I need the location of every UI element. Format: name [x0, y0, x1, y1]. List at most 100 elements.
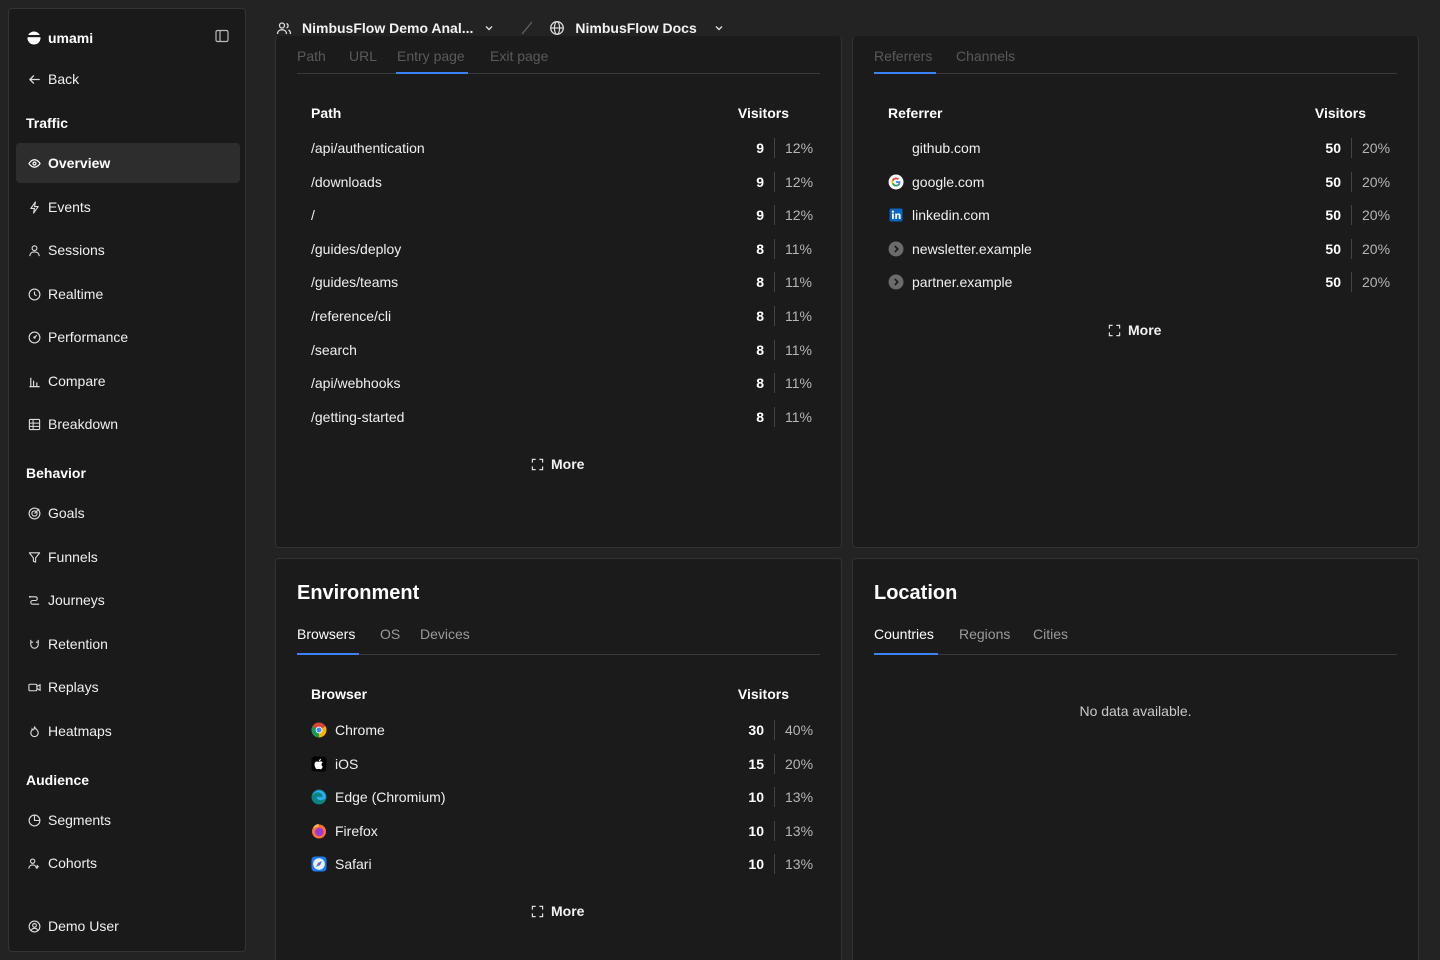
more-button[interactable]: More — [531, 903, 584, 919]
row-divider — [774, 205, 775, 226]
brand-logo[interactable]: umami — [26, 28, 93, 48]
table-row[interactable]: /api/webhooks 8 11% — [311, 371, 821, 395]
tab-countries[interactable]: Countries — [874, 626, 934, 642]
row-label-text: github.com — [912, 140, 981, 156]
sidebar-item-realtime[interactable]: Realtime — [16, 274, 240, 314]
sidebar-item-sessions[interactable]: Sessions — [16, 230, 240, 270]
safari-icon — [311, 856, 327, 872]
sidebar-item-events[interactable]: Events — [16, 187, 240, 227]
back-button[interactable]: Back — [16, 59, 240, 99]
sidebar-item-funnels[interactable]: Funnels — [16, 537, 240, 577]
row-count: 9 — [756, 173, 764, 190]
tab-entry-page[interactable]: Entry page — [397, 48, 465, 64]
table-row[interactable]: Firefox 10 13% — [311, 819, 821, 843]
table-row[interactable]: Edge (Chromium) 10 13% — [311, 785, 821, 809]
sidebar-item-label: Breakdown — [48, 416, 119, 432]
table-row[interactable]: /api/authentication 9 12% — [311, 136, 821, 160]
row-label: Chrome — [311, 722, 728, 738]
row-label-text: /downloads — [311, 173, 382, 190]
table-row[interactable]: / 9 12% — [311, 203, 821, 227]
umami-logo-icon — [27, 31, 41, 45]
row-percent: 13% — [785, 856, 814, 873]
team-selector[interactable]: NimbusFlow Demo Anal... — [276, 20, 495, 36]
row-label: newsletter.example — [888, 241, 1305, 257]
sidebar-item-segments[interactable]: Segments — [16, 800, 240, 840]
row-count: 8 — [756, 341, 764, 358]
row-percent: 40% — [785, 722, 814, 738]
row-label: Firefox — [311, 823, 728, 839]
tab-channels[interactable]: Channels — [956, 48, 1015, 64]
tab-devices[interactable]: Devices — [420, 626, 470, 642]
table-row[interactable]: Safari 10 13% — [311, 852, 821, 876]
row-label-text: /getting-started — [311, 408, 405, 425]
table-row[interactable]: /guides/deploy 8 11% — [311, 237, 821, 261]
panel-title: Environment — [297, 582, 420, 604]
more-button[interactable]: More — [1108, 322, 1161, 338]
flame-icon — [30, 725, 39, 737]
table-row[interactable]: newsletter.example 50 20% — [888, 237, 1398, 261]
expand-icon — [1108, 324, 1121, 336]
sidebar-item-label: Heatmaps — [48, 723, 112, 739]
website-selector[interactable]: NimbusFlow Docs — [549, 20, 724, 36]
user-menu[interactable]: Demo User — [16, 906, 240, 946]
video-icon — [28, 683, 41, 691]
environment-tabs: Browsers OS Devices — [297, 617, 820, 655]
more-button[interactable]: More — [531, 456, 584, 472]
tab-os[interactable]: OS — [380, 626, 400, 642]
row-label: /reference/cli — [311, 308, 728, 324]
tab-exit-page[interactable]: Exit page — [490, 48, 548, 64]
sidebar-item-compare[interactable]: Compare — [16, 361, 240, 401]
table-row[interactable]: google.com 50 20% — [888, 170, 1398, 194]
table-row[interactable]: /search 8 11% — [311, 338, 821, 362]
sidebar-item-label: Replays — [48, 679, 99, 695]
table-row[interactable]: partner.example 50 20% — [888, 270, 1398, 294]
row-count: 9 — [756, 207, 764, 224]
tab-referrers[interactable]: Referrers — [874, 48, 932, 64]
sidebar-item-breakdown[interactable]: Breakdown — [16, 404, 240, 444]
funnel-icon — [28, 551, 41, 563]
table-row[interactable]: Chrome 30 40% — [311, 718, 821, 742]
tab-regions[interactable]: Regions — [959, 626, 1010, 642]
row-divider — [774, 373, 775, 394]
row-label-text: /api/authentication — [311, 140, 425, 156]
tab-path[interactable]: Path — [297, 48, 326, 64]
sidebar-item-heatmaps[interactable]: Heatmaps — [16, 711, 240, 751]
active-tab-indicator — [874, 72, 936, 74]
sidebar-item-label: Segments — [48, 812, 112, 828]
table-row[interactable]: /reference/cli 8 11% — [311, 304, 821, 328]
row-divider — [774, 787, 775, 808]
sidebar-item-retention[interactable]: Retention — [16, 624, 240, 664]
sidebar-item-cohorts[interactable]: Cohorts — [16, 843, 240, 883]
tab-cities[interactable]: Cities — [1033, 626, 1068, 642]
sidebar-item-label: Events — [48, 199, 91, 215]
sidebar-item-performance[interactable]: Performance — [16, 317, 240, 357]
table-row[interactable]: github.com 50 20% — [888, 136, 1398, 160]
tab-browsers[interactable]: Browsers — [297, 626, 355, 642]
active-tab-indicator — [874, 653, 938, 655]
grid-icon — [28, 418, 41, 430]
more-label: More — [551, 903, 585, 919]
row-divider — [1351, 272, 1352, 293]
table-row[interactable]: iOS 15 20% — [311, 752, 821, 776]
sidebar-item-journeys[interactable]: Journeys — [16, 580, 240, 620]
row-percent: 20% — [785, 755, 814, 772]
row-divider — [774, 238, 775, 259]
table-row[interactable]: /getting-started 8 11% — [311, 405, 821, 429]
tab-url[interactable]: URL — [349, 48, 377, 64]
firefox-icon — [311, 823, 327, 839]
more-label: More — [1128, 322, 1162, 338]
globe-icon — [550, 21, 565, 35]
table-row[interactable]: linkedin.com 50 20% — [888, 203, 1398, 227]
empty-state: No data available. — [1079, 703, 1192, 719]
google-icon — [888, 174, 904, 190]
row-percent: 11% — [785, 375, 812, 392]
sidebar-toggle-icon[interactable] — [215, 29, 229, 43]
sidebar-item-replays[interactable]: Replays — [16, 667, 240, 707]
referrers-tabs: Referrers Channels — [874, 36, 1397, 74]
table-row[interactable]: /downloads 9 12% — [311, 170, 821, 194]
column-header-visitors: Visitors — [737, 686, 789, 702]
sidebar-item-overview[interactable]: Overview — [16, 143, 240, 183]
table-row[interactable]: /guides/teams 8 11% — [311, 270, 821, 294]
sidebar-item-goals[interactable]: Goals — [16, 493, 240, 533]
active-tab-indicator — [297, 653, 359, 655]
